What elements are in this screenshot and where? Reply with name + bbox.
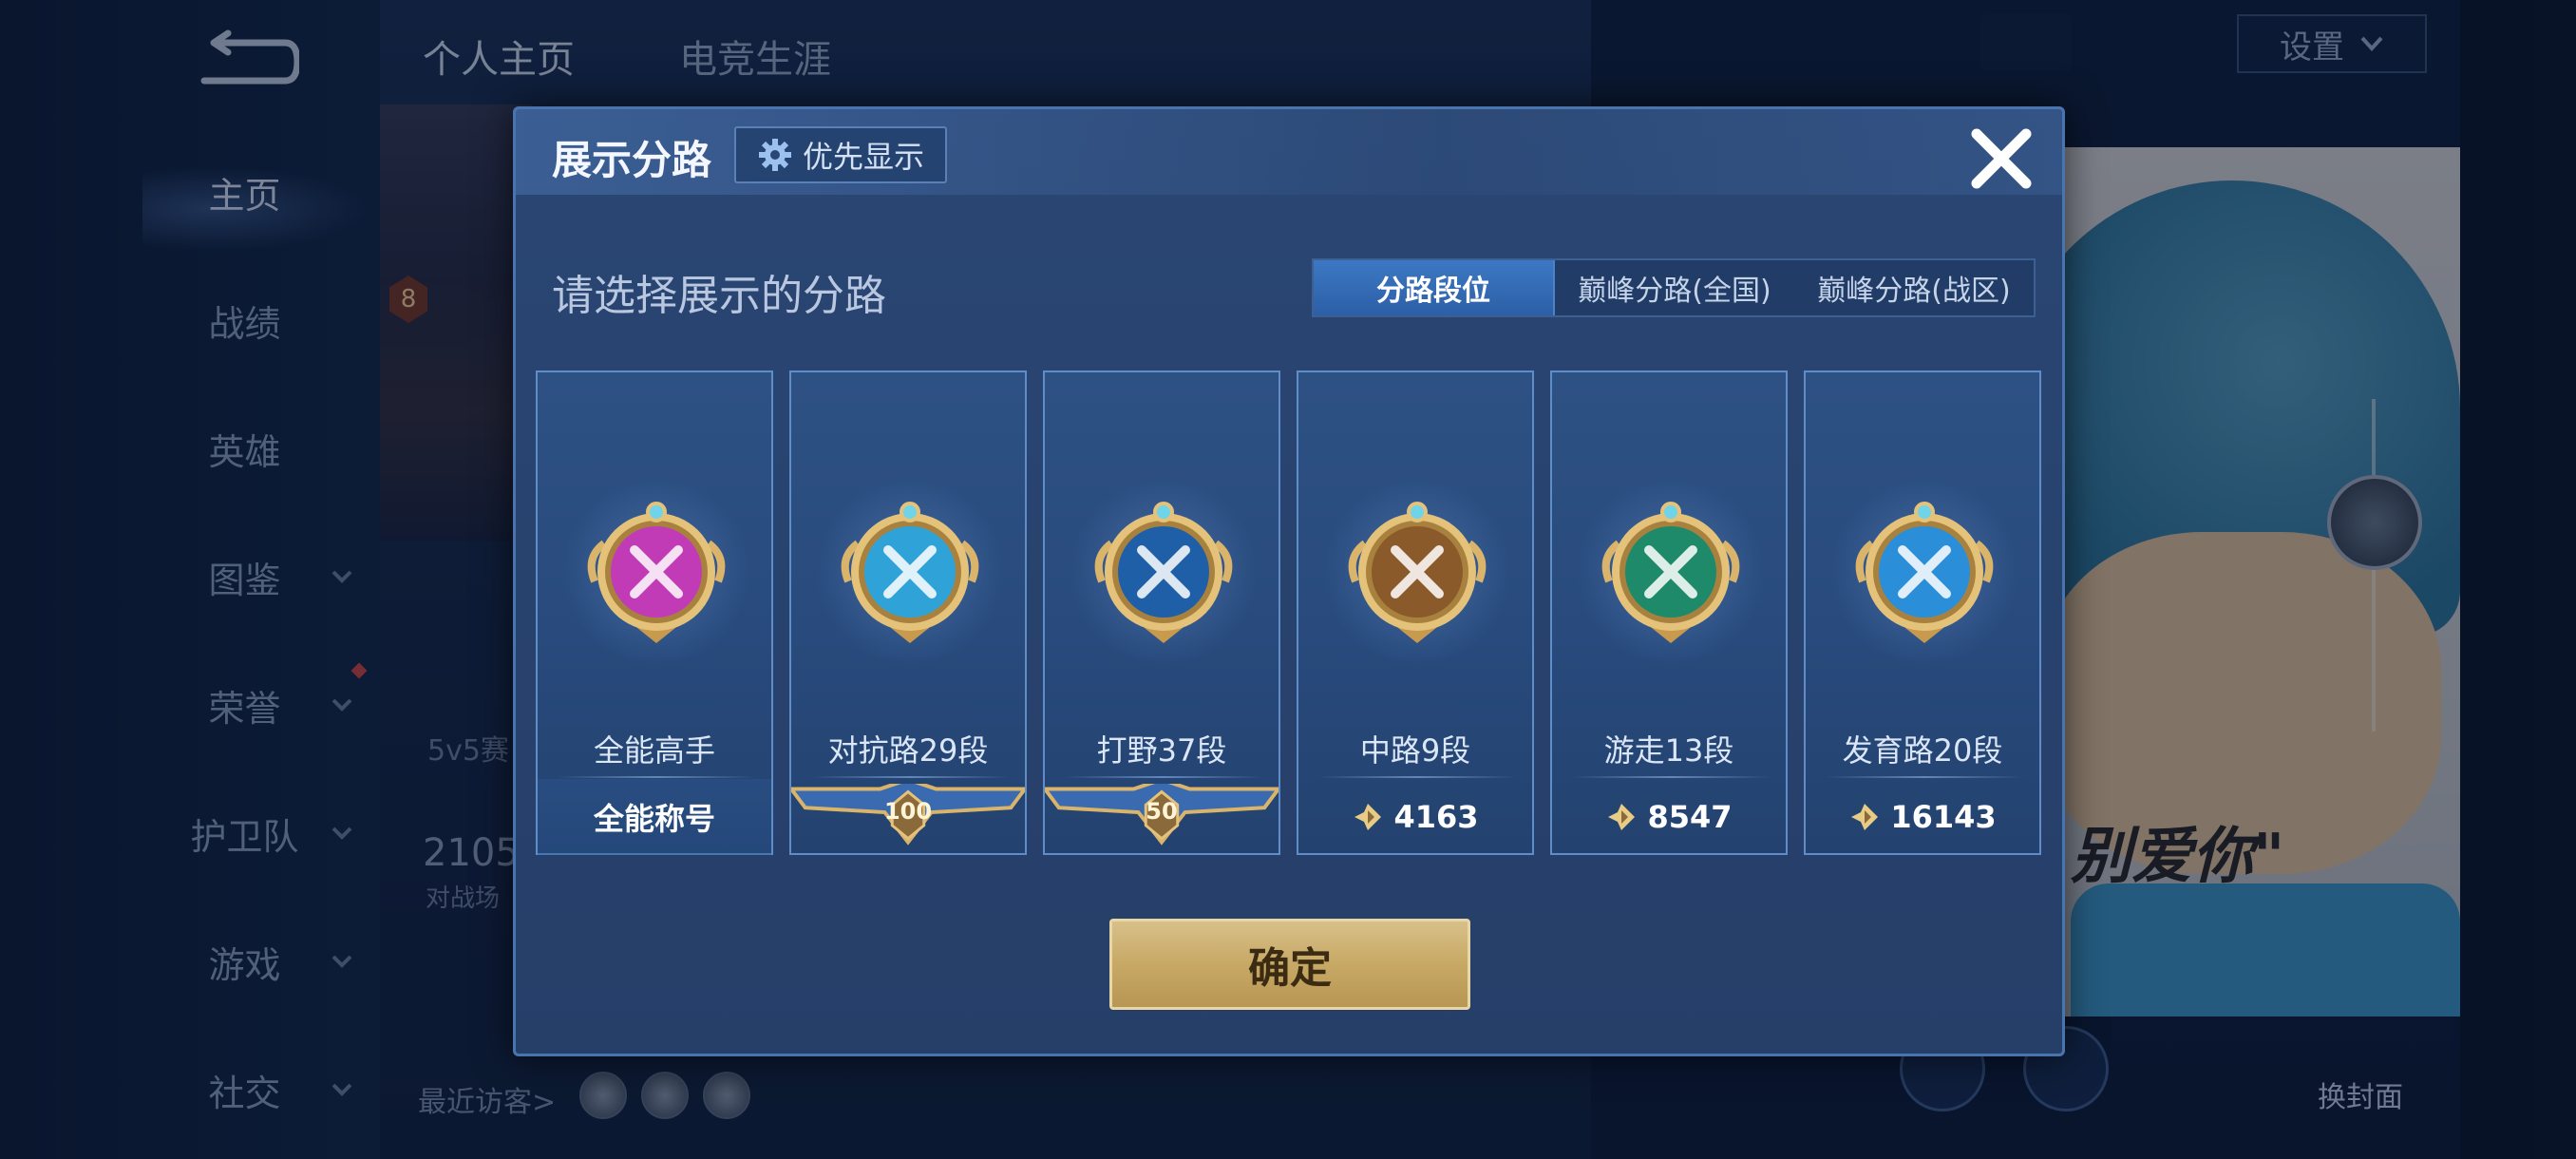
lane-card-mid-lane[interactable]: 中路9段 4163 [1297,370,1534,855]
lane-rank-label: 打野37段 [1096,732,1227,769]
card-footer: 100 [791,779,1025,855]
lane-card-list: 全能高手 全能称号 对抗路29段 100 打野37段 50 中路9段 4163 游走13段 854… [536,370,2046,855]
display-lane-dialog: 展示分路 优先显示 请选择展示的分路 分路段位 巅峰分路(全国) 巅峰分路(战区… [513,106,2065,1056]
tab-peak-lane-region[interactable]: 巅峰分路(战区) [1794,260,2034,315]
stars-count: 100 [883,798,933,825]
lane-type-segmented-control: 分路段位 巅峰分路(全国) 巅峰分路(战区) [1312,258,2036,317]
lane-card-farm-lane[interactable]: 发育路20段 16143 [1804,370,2041,855]
rank-medal-icon [1855,502,1994,643]
card-footer: 4163 [1298,779,1532,855]
rank-medal-icon [1348,502,1487,643]
peak-points-value: 8547 [1647,799,1733,835]
lane-rank-label: 中路9段 [1359,732,1471,769]
card-divider [557,776,756,778]
card-divider [1064,776,1263,778]
dialog-title: 展示分路 [552,137,712,183]
peak-points-icon [1608,804,1636,830]
lane-card-roam[interactable]: 游走13段 8547 [1550,370,1788,855]
tab-peak-lane-national[interactable]: 巅峰分路(全国) [1555,260,1794,315]
card-footer: 16143 [1806,779,2039,855]
close-icon[interactable] [1963,121,2039,197]
rank-medal-icon [587,502,726,643]
card-footer: 全能称号 [538,779,771,855]
lane-rank-label: 游走13段 [1603,732,1734,769]
stars-count: 50 [1146,798,1178,825]
lane-rank-label: 发育路20段 [1842,732,2003,769]
card-footer: 50 [1045,779,1279,855]
card-divider [810,776,1010,778]
peak-points-value: 4163 [1393,799,1479,835]
lane-card-clash-lane[interactable]: 对抗路29段 100 [789,370,1027,855]
dialog-subtitle: 请选择展示的分路 [552,272,886,320]
priority-display-button[interactable]: 优先显示 [734,126,947,183]
peak-points-icon [1851,804,1879,830]
confirm-button[interactable]: 确定 [1109,919,1470,1010]
card-divider [1317,776,1517,778]
rank-medal-icon [1601,502,1740,643]
priority-display-label: 优先显示 [802,139,924,175]
gear-icon [758,139,791,171]
card-divider [1571,776,1771,778]
card-footer: 8547 [1552,779,1786,855]
card-divider [1825,776,2024,778]
title-label: 全能称号 [593,801,715,837]
peak-points-value: 16143 [1890,799,1997,835]
lane-card-all-round[interactable]: 全能高手 全能称号 [536,370,773,855]
tab-lane-rank[interactable]: 分路段位 [1314,260,1555,315]
rank-medal-icon [841,502,979,643]
peak-points-icon [1354,804,1382,830]
lane-card-jungle[interactable]: 打野37段 50 [1043,370,1280,855]
lane-rank-label: 对抗路29段 [827,732,989,769]
lane-rank-label: 全能高手 [593,732,715,769]
rank-medal-icon [1094,502,1233,643]
